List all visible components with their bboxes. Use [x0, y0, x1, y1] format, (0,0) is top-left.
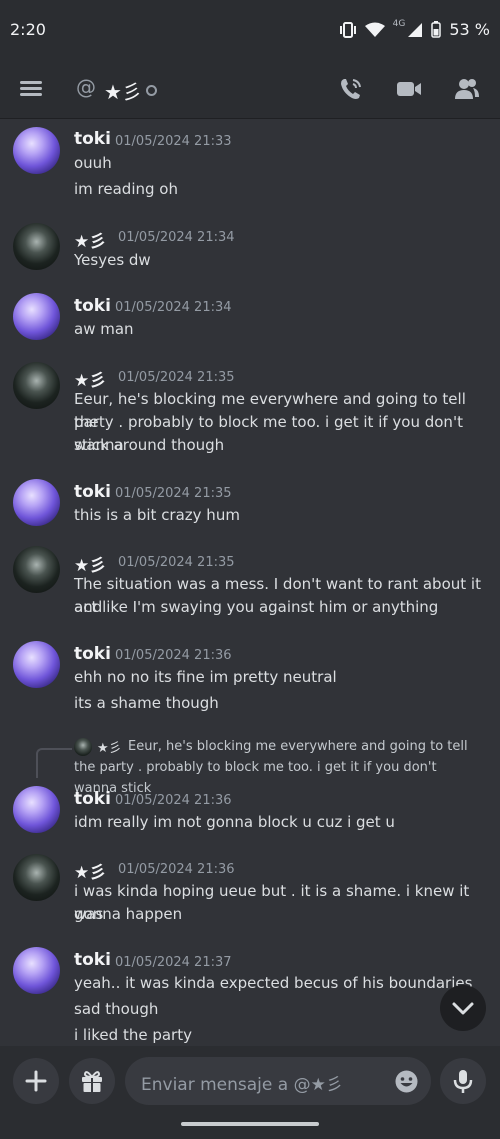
members-icon[interactable]	[454, 76, 480, 102]
message-text: yeah.. it was kinda expected becus of hi…	[74, 974, 473, 992]
timestamp: 01/05/2024 21:35	[115, 486, 232, 501]
microphone-icon	[453, 1070, 473, 1093]
avatar[interactable]	[13, 786, 60, 833]
gift-button[interactable]	[69, 1058, 115, 1104]
menu-icon	[20, 81, 42, 84]
battery-level: 53 %	[449, 20, 490, 39]
reply-author: ★彡	[97, 741, 122, 756]
message-text: Yesyes dw	[74, 251, 151, 269]
timestamp: 01/05/2024 21:36	[118, 862, 235, 877]
avatar[interactable]	[13, 854, 60, 901]
timestamp: 01/05/2024 21:34	[115, 300, 232, 315]
avatar[interactable]	[13, 127, 60, 174]
timestamp: 01/05/2024 21:33	[115, 134, 232, 149]
channel-name[interactable]: ★彡	[104, 76, 142, 105]
gift-icon	[82, 1071, 102, 1092]
message-text: i liked the party	[74, 1026, 192, 1044]
author-name[interactable]: toki	[74, 129, 111, 149]
timestamp: 01/05/2024 21:36	[115, 793, 232, 808]
message-text: this is a bit crazy hum	[74, 506, 240, 524]
author-name[interactable]: toki	[74, 296, 111, 316]
home-indicator[interactable]	[181, 1122, 319, 1126]
status-bar: 2:20 4G 53 %	[0, 0, 500, 62]
menu-button[interactable]	[20, 78, 44, 102]
message-input[interactable]: Enviar mensaje a @★彡	[125, 1057, 431, 1105]
video-call-icon[interactable]	[396, 76, 422, 102]
status-icons: 4G 53 %	[339, 18, 490, 39]
clock: 2:20	[10, 20, 46, 39]
avatar[interactable]	[13, 546, 60, 593]
message-input-placeholder: Enviar mensaje a @★彡	[141, 1075, 343, 1095]
battery-icon	[431, 21, 442, 38]
avatar[interactable]	[13, 223, 60, 270]
message-text: ehh no no its fine im pretty neutral	[74, 668, 337, 686]
message-text: idm really im not gonna block u cuz i ge…	[74, 813, 395, 831]
author-name[interactable]: toki	[74, 482, 111, 502]
emoji-icon[interactable]	[394, 1069, 419, 1094]
timestamp: 01/05/2024 21:35	[118, 370, 235, 385]
message-list[interactable]: toki 01/05/2024 21:33 ouuh im reading oh…	[0, 119, 500, 1046]
author-name[interactable]: toki	[74, 789, 111, 809]
chevron-down-icon	[452, 1002, 474, 1015]
reply-text: Eeur, he's blocking me everywhere and go…	[74, 739, 468, 796]
wifi-icon	[364, 22, 385, 37]
avatar[interactable]	[13, 479, 60, 526]
avatar[interactable]	[13, 293, 60, 340]
timestamp: 01/05/2024 21:37	[115, 955, 232, 970]
timestamp: 01/05/2024 21:34	[118, 230, 235, 245]
voice-call-icon[interactable]	[338, 76, 364, 102]
avatar[interactable]	[13, 362, 60, 409]
avatar[interactable]	[13, 641, 60, 688]
timestamp: 01/05/2024 21:36	[115, 648, 232, 663]
jump-to-bottom-button[interactable]	[440, 985, 486, 1031]
author-name[interactable]: toki	[74, 950, 111, 970]
voice-message-button[interactable]	[440, 1058, 486, 1104]
reply-connector	[36, 748, 72, 778]
message-text: its a shame though	[74, 694, 219, 712]
message-text: gonna happen	[74, 905, 183, 923]
author-name[interactable]: toki	[74, 644, 111, 664]
attach-button[interactable]	[13, 1058, 59, 1104]
at-icon: @	[76, 75, 96, 99]
message-composer: Enviar mensaje a @★彡	[0, 1046, 500, 1139]
plus-icon	[25, 1070, 47, 1092]
message-text: im reading oh	[74, 180, 178, 198]
message-text: act like I'm swaying you against him or …	[74, 598, 439, 616]
header-actions	[338, 76, 480, 102]
message-text: sad though	[74, 1000, 159, 1018]
timestamp: 01/05/2024 21:35	[118, 555, 235, 570]
offline-status-icon	[146, 85, 157, 96]
message-text: aw man	[74, 320, 134, 338]
channel-header: @ ★彡	[0, 62, 500, 119]
message-text: ouuh	[74, 154, 112, 172]
vibrate-icon	[339, 21, 356, 38]
avatar[interactable]	[13, 947, 60, 994]
network-type: 4G	[392, 18, 406, 29]
message-text: stick around though	[74, 436, 225, 454]
signal-icon	[408, 22, 423, 37]
